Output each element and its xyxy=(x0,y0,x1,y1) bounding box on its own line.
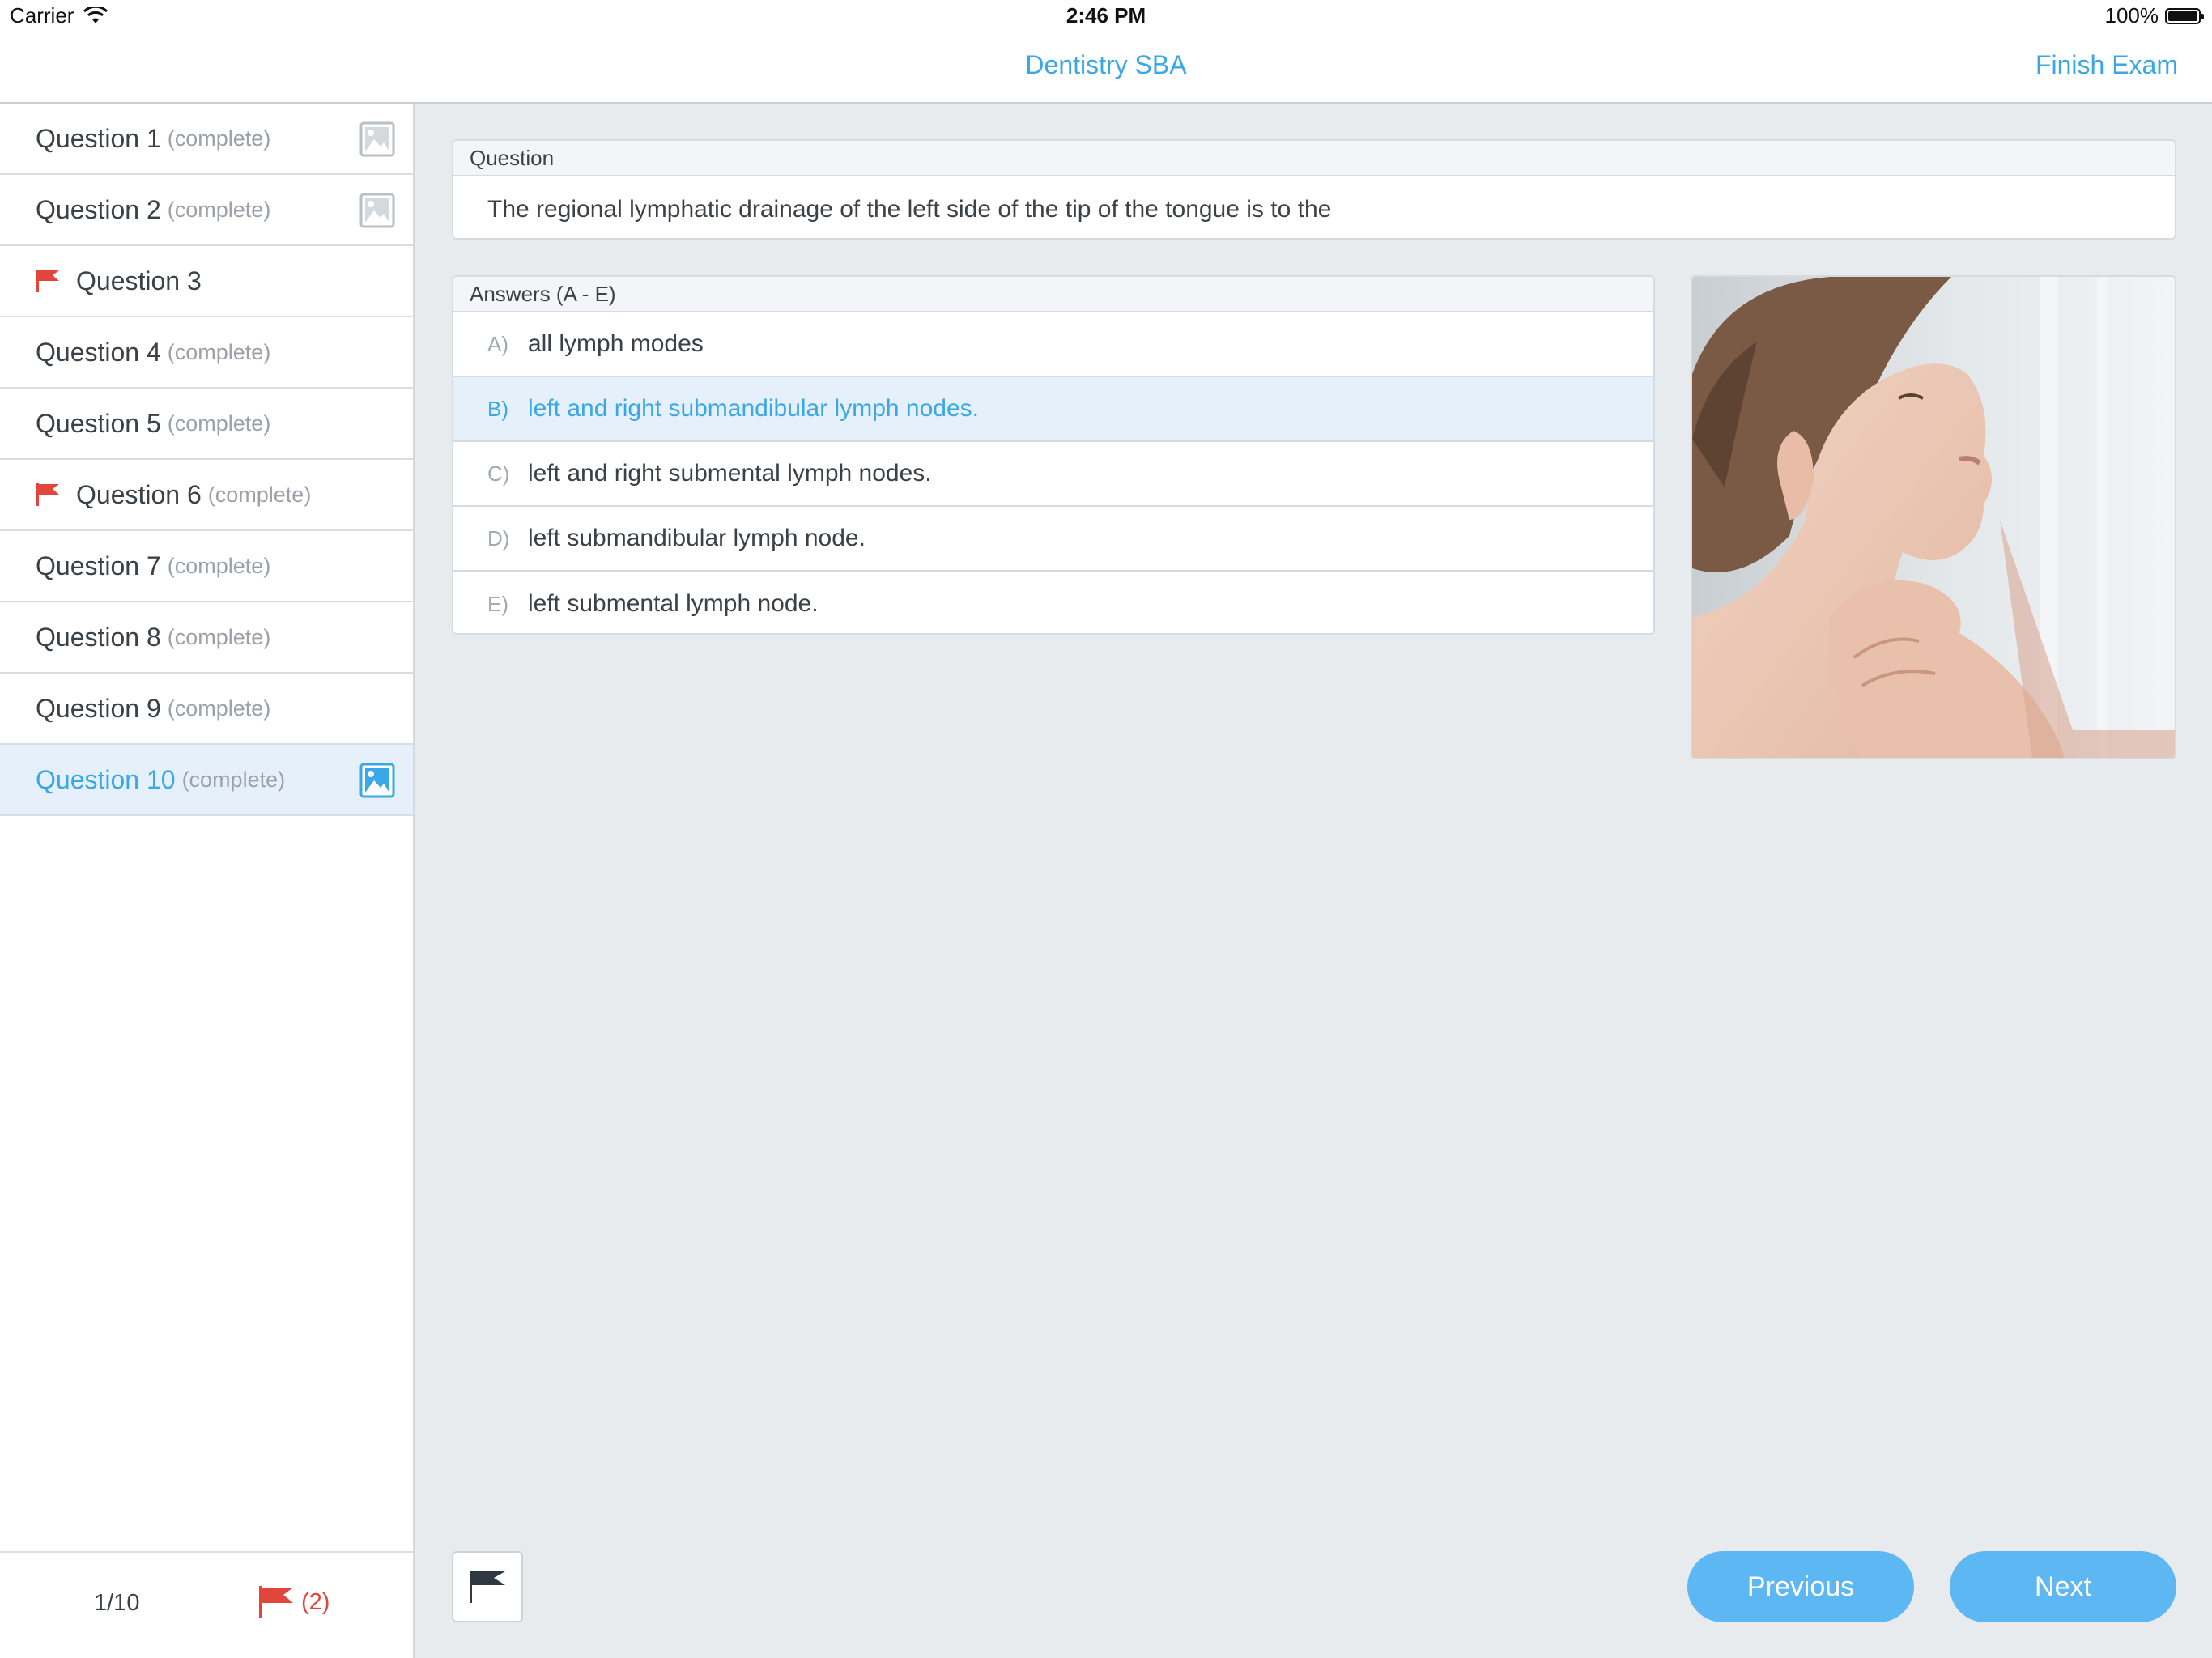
question-label: Question 7 xyxy=(36,551,161,580)
answer-text: left and right submental lymph nodes. xyxy=(528,460,932,487)
question-status: (complete) xyxy=(207,482,312,507)
question-text: The regional lymphatic drainage of the l… xyxy=(487,196,1332,223)
image-icon xyxy=(359,763,395,798)
sidebar-question-item[interactable]: Question 6 (complete) xyxy=(0,460,413,531)
question-label: Question 9 xyxy=(36,693,161,723)
answer-letter: E) xyxy=(487,591,508,616)
question-label: Question 1 xyxy=(36,123,161,153)
answer-letter: B) xyxy=(487,396,508,421)
status-bar: Carrier 2:46 PM 100% xyxy=(0,0,2212,34)
battery-icon xyxy=(2165,7,2204,24)
question-status: (complete) xyxy=(167,553,271,578)
answer-text: all lymph modes xyxy=(528,330,704,357)
question-label: Question 4 xyxy=(36,337,161,367)
question-list: Question 1 (complete) Question 2 (complete)… xyxy=(0,104,413,816)
answer-letter: C) xyxy=(487,461,510,486)
answer-letter: D) xyxy=(487,525,510,551)
answer-option[interactable]: E) left submental lymph node. xyxy=(453,572,1653,633)
sidebar-question-item[interactable]: Question 8 (complete) xyxy=(0,602,413,674)
question-status: (complete) xyxy=(181,767,286,792)
battery-indicator: 100% xyxy=(2104,3,2204,28)
answer-option[interactable]: B) left and right submandibular lymph nod… xyxy=(453,377,1653,442)
question-label: Question 8 xyxy=(36,622,161,652)
exam-title: Dentistry SBA xyxy=(1025,50,1187,79)
page-counter: 1/10 xyxy=(94,1590,140,1616)
next-button[interactable]: Next xyxy=(1950,1551,2176,1622)
answer-option[interactable]: C) left and right submental lymph nodes. xyxy=(453,442,1653,507)
sidebar-question-item[interactable]: Question 9 (complete) xyxy=(0,674,413,745)
question-label: Question 2 xyxy=(36,194,161,224)
sidebar-question-item[interactable]: Question 10 (complete) xyxy=(0,745,413,816)
answer-text: left and right submandibular lymph nodes… xyxy=(528,395,979,422)
answer-text: left submental lymph node. xyxy=(528,590,819,617)
question-status: (complete) xyxy=(167,410,271,436)
navigation-bar: Dentistry SBA Finish Exam xyxy=(0,34,2212,104)
question-label: Question 5 xyxy=(36,408,161,438)
question-header: Question xyxy=(453,141,2175,176)
answer-list: A) all lymph modes B) left and right subman… xyxy=(453,312,1653,633)
answer-text: left submandibular lymph node. xyxy=(528,525,866,551)
sidebar-question-item[interactable]: Question 7 (complete) xyxy=(0,531,413,602)
answer-option[interactable]: D) left submandibular lymph node. xyxy=(453,507,1653,572)
answers-header: Answers (A - E) xyxy=(453,277,1653,312)
answer-letter: A) xyxy=(487,331,508,356)
question-status: (complete) xyxy=(167,125,271,151)
finish-exam-button[interactable]: Finish Exam xyxy=(2035,50,2178,80)
sidebar-question-item[interactable]: Question 3 xyxy=(0,246,413,317)
previous-button[interactable]: Previous xyxy=(1687,1551,1914,1622)
patient-photo xyxy=(1692,277,2175,758)
flag-question-button[interactable] xyxy=(452,1551,523,1622)
answer-option[interactable]: A) all lymph modes xyxy=(453,312,1653,377)
question-label: Question 10 xyxy=(36,764,176,794)
sidebar-question-item[interactable]: Question 1 (complete) xyxy=(0,104,413,175)
flag-count-label: (2) xyxy=(301,1588,330,1615)
flag-icon xyxy=(36,483,59,506)
question-list-sidebar: Question 1 (complete) Question 2 (complete)… xyxy=(0,104,415,1658)
status-time: 2:46 PM xyxy=(1066,3,1146,28)
sidebar-question-item[interactable]: Question 5 (complete) xyxy=(0,389,413,460)
image-icon xyxy=(359,193,395,228)
flag-icon xyxy=(36,270,59,292)
question-status: (complete) xyxy=(167,695,271,721)
flag-counter[interactable]: (2) xyxy=(257,1585,330,1619)
question-status: (complete) xyxy=(167,339,271,364)
image-icon xyxy=(359,121,395,157)
flag-outline-icon xyxy=(470,1571,505,1603)
question-status: (complete) xyxy=(167,197,271,222)
battery-percent: 100% xyxy=(2104,3,2159,28)
sidebar-footer: 1/10 (2) xyxy=(0,1551,413,1658)
flag-icon xyxy=(259,1586,293,1618)
answers-panel: Answers (A - E) A) all lymph modes B) left … xyxy=(452,275,1655,635)
main-content: Question The regional lymphatic drainage… xyxy=(415,104,2212,1658)
question-label: Question 6 xyxy=(76,479,202,509)
question-image[interactable] xyxy=(1691,275,2176,759)
sidebar-question-item[interactable]: Question 4 (complete) xyxy=(0,317,413,389)
sidebar-question-item[interactable]: Question 2 (complete) xyxy=(0,175,413,246)
question-status: (complete) xyxy=(167,624,271,649)
question-label: Question 3 xyxy=(76,266,202,295)
question-panel: Question The regional lymphatic drainage… xyxy=(452,139,2176,240)
